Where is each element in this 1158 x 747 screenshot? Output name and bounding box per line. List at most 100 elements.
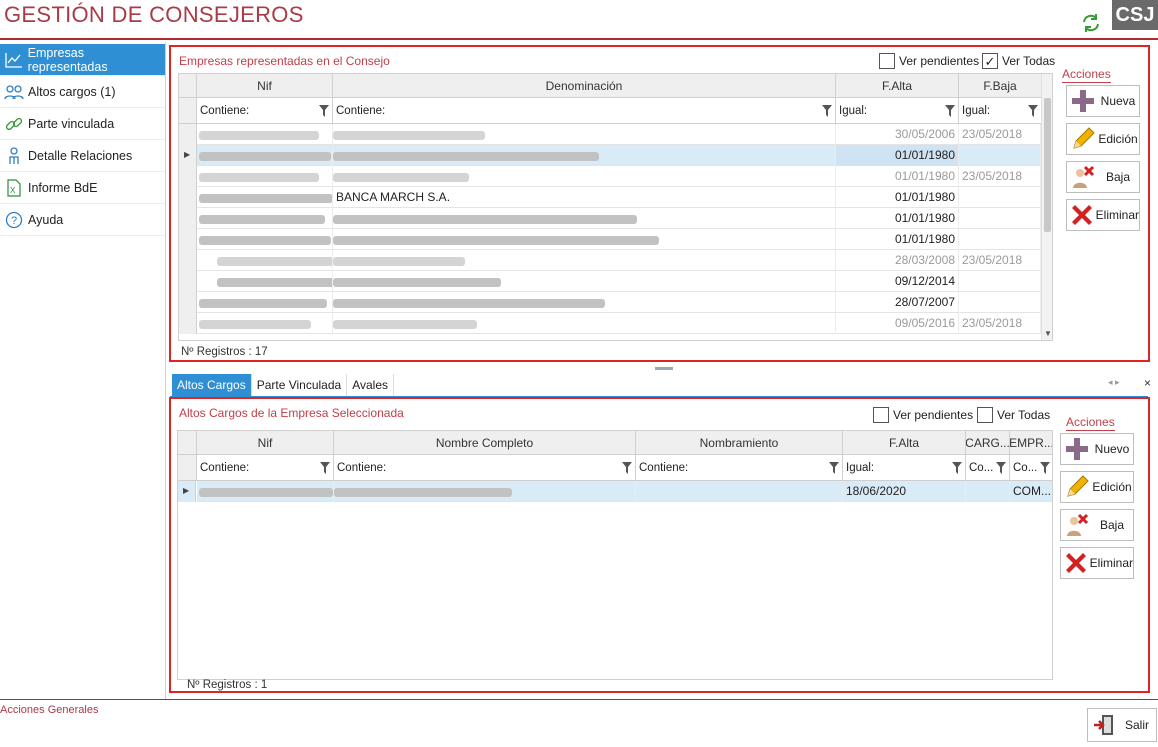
row-selector[interactable] (179, 208, 197, 229)
sidebar-item-empresas[interactable]: Empresas representadas (0, 44, 165, 76)
filter-nif[interactable]: Contiene: (197, 455, 334, 481)
checkbox-box[interactable] (879, 53, 895, 69)
close-icon[interactable]: × (1144, 376, 1151, 390)
row-selector[interactable]: ▶ (179, 145, 197, 166)
salir-button[interactable]: Salir (1087, 708, 1157, 742)
cell-denominacion (333, 124, 836, 145)
page-title: GESTIÓN DE CONSEJEROS (4, 2, 304, 27)
filter-nombre[interactable]: Contiene: (334, 455, 636, 481)
table-row[interactable]: 01/01/1980 (197, 229, 1041, 250)
row-selector[interactable] (179, 313, 197, 334)
filter-icon[interactable] (996, 462, 1006, 474)
filter-falta[interactable]: Igual: (843, 455, 966, 481)
nueva-button[interactable]: Nueva (1066, 85, 1140, 117)
refresh-icon[interactable] (1080, 12, 1102, 34)
row-selector[interactable] (179, 166, 197, 187)
sidebar-item-parte-vinculada[interactable]: Parte vinculada (0, 108, 165, 140)
cell-falta: 28/03/2008 (836, 250, 959, 271)
scroll-thumb[interactable] (1044, 98, 1051, 232)
edicion-button-bottom[interactable]: Edición (1060, 471, 1134, 503)
filter-icon[interactable] (622, 462, 632, 474)
edicion-button[interactable]: Edición (1066, 123, 1140, 155)
checkbox-box-checked[interactable]: ✓ (982, 53, 998, 69)
filter-fbaja[interactable]: Igual: (959, 98, 1042, 124)
filter-icon[interactable] (829, 462, 839, 474)
row-selector[interactable] (179, 187, 197, 208)
filter-nombramiento[interactable]: Contiene: (636, 455, 843, 481)
table-row[interactable]: BANCA MARCH S.A. 01/01/1980 (197, 187, 1041, 208)
filter-icon[interactable] (320, 462, 330, 474)
col-header-falta[interactable]: F.Alta (843, 431, 966, 455)
button-label: Nuevo (1094, 442, 1130, 456)
tab-parte-vinculada[interactable]: Parte Vinculada (252, 374, 348, 396)
filter-icon[interactable] (319, 105, 329, 117)
filter-empresa[interactable]: Co... (1010, 455, 1052, 481)
row-selector[interactable] (179, 292, 197, 313)
filter-label: Co... (1013, 461, 1038, 474)
row-selector[interactable] (179, 229, 197, 250)
eliminar-button[interactable]: Eliminar (1066, 199, 1140, 231)
registros-count: Nº Registros : 17 (181, 346, 268, 358)
table-row[interactable]: 01/01/1980 (197, 145, 1041, 166)
col-header-nif[interactable]: Nif (197, 431, 334, 455)
filter-denominacion[interactable]: Contiene: (333, 98, 836, 124)
panel-splitter[interactable] (655, 367, 673, 370)
filter-label: Contiene: (200, 461, 250, 474)
col-header-nombramiento[interactable]: Nombramiento (636, 431, 843, 455)
col-header-falta[interactable]: F.Alta (836, 74, 959, 98)
col-header-empresa[interactable]: EMPR... (1010, 431, 1052, 455)
checkbox-box[interactable] (977, 407, 993, 423)
tab-scroll-arrows[interactable]: ◂ ▸ (1108, 377, 1120, 388)
table-row[interactable]: 09/12/2014 (197, 271, 1041, 292)
tab-altos-cargos[interactable]: Altos Cargos (172, 374, 252, 396)
scroll-down-arrow[interactable]: ▼ (1044, 329, 1052, 338)
col-header-cargo[interactable]: CARG... (966, 431, 1010, 455)
nuevo-button[interactable]: Nuevo (1060, 433, 1134, 465)
table-row[interactable]: 09/05/2016 23/05/2018 (197, 313, 1041, 334)
table-row[interactable]: 28/03/2008 23/05/2018 (197, 250, 1041, 271)
col-header-fbaja[interactable]: F.Baja (959, 74, 1042, 98)
sidebar-item-detalle-relaciones[interactable]: Detalle Relaciones (0, 140, 165, 172)
table-row[interactable]: 28/07/2007 (197, 292, 1041, 313)
filter-icon[interactable] (822, 105, 832, 117)
col-header-denominacion[interactable]: Denominación (333, 74, 836, 98)
table-row[interactable]: 18/06/2020 COM... (197, 481, 1052, 502)
ver-pendientes-checkbox[interactable]: Ver pendientes (879, 53, 979, 69)
col-header-nombre[interactable]: Nombre Completo (334, 431, 636, 455)
filter-icon[interactable] (952, 462, 962, 474)
plus-icon (1069, 87, 1097, 115)
sidebar-item-informe-bde[interactable]: X Informe BdE (0, 172, 165, 204)
ver-todas-checkbox-bottom[interactable]: Ver Todas (977, 407, 1050, 423)
filter-falta[interactable]: Igual: (836, 98, 959, 124)
col-header-nif[interactable]: Nif (197, 74, 333, 98)
cell-nif (197, 229, 333, 250)
sidebar-item-altos-cargos[interactable]: Altos cargos (1) (0, 76, 165, 108)
sidebar-item-label: Altos cargos (1) (28, 84, 116, 99)
filter-nif[interactable]: Contiene: (197, 98, 333, 124)
sidebar-item-ayuda[interactable]: ? Ayuda (0, 204, 165, 236)
tab-avales[interactable]: Avales (347, 374, 395, 396)
vertical-scrollbar[interactable]: ▼ (1041, 74, 1052, 340)
eliminar-button-bottom[interactable]: Eliminar (1060, 547, 1134, 579)
ver-todas-checkbox[interactable]: ✓ Ver Todas (982, 53, 1055, 69)
table-row[interactable]: 01/01/1980 23/05/2018 (197, 166, 1041, 187)
checkbox-label: Ver Todas (997, 408, 1051, 422)
ver-pendientes-checkbox-bottom[interactable]: Ver pendientes (873, 407, 973, 423)
filter-cargo[interactable]: Co... (966, 455, 1010, 481)
row-selector[interactable]: ▶ (178, 481, 196, 502)
baja-button-bottom[interactable]: Baja (1060, 509, 1134, 541)
baja-button[interactable]: Baja (1066, 161, 1140, 193)
cell-fbaja (959, 271, 1041, 292)
filter-icon[interactable] (1040, 462, 1050, 474)
row-selector[interactable] (179, 250, 197, 271)
redacted-text (333, 236, 659, 245)
table-row[interactable]: 30/05/2006 23/05/2018 (197, 124, 1041, 145)
row-selector[interactable] (179, 124, 197, 145)
row-selector[interactable] (179, 271, 197, 292)
cell-falta: 09/05/2016 (836, 313, 959, 334)
button-label: Edición (1092, 480, 1132, 494)
filter-icon[interactable] (1028, 105, 1038, 117)
table-row[interactable]: 01/01/1980 (197, 208, 1041, 229)
checkbox-box[interactable] (873, 407, 889, 423)
filter-icon[interactable] (945, 105, 955, 117)
